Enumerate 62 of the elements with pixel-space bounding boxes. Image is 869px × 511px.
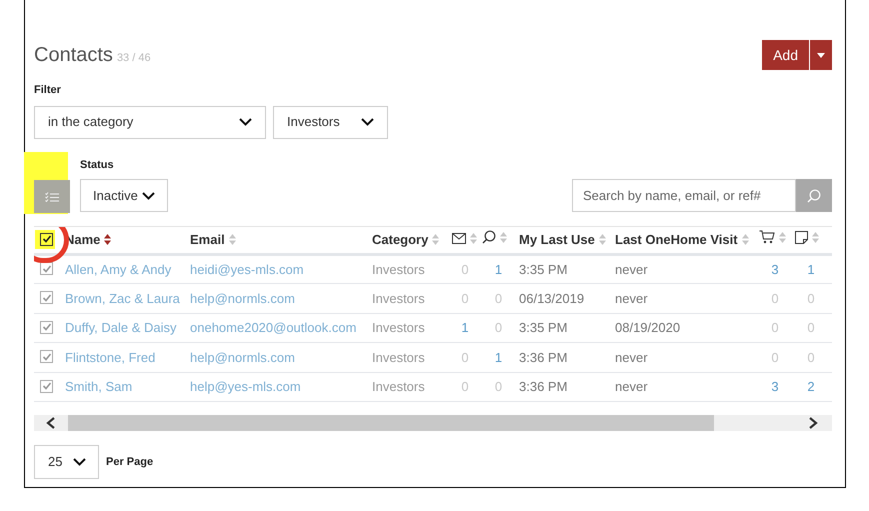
- horizontal-scrollbar[interactable]: [34, 415, 832, 431]
- caret-icon: [817, 52, 825, 58]
- search-field[interactable]: Search by name, email, or ref#: [572, 179, 796, 212]
- category-cell: Investors: [370, 254, 450, 284]
- count-cell: 3: [757, 254, 793, 284]
- category-cell: Investors: [370, 284, 450, 313]
- category-select[interactable]: Investors: [273, 106, 388, 138]
- category-cell: Investors: [370, 372, 450, 402]
- add-menu-button[interactable]: [810, 40, 832, 70]
- scrollbar-thumb[interactable]: [68, 415, 714, 431]
- checkbox[interactable]: [40, 262, 53, 275]
- checkbox[interactable]: [40, 291, 53, 304]
- list-view-button[interactable]: [34, 180, 70, 213]
- checkbox[interactable]: [40, 320, 53, 334]
- checkbox[interactable]: [40, 350, 53, 363]
- last-visit-cell: never: [613, 254, 757, 284]
- cart-icon: [759, 230, 775, 244]
- last-visit-cell: never: [613, 372, 757, 402]
- search-icon: [807, 188, 821, 202]
- scroll-right-icon[interactable]: [808, 417, 818, 429]
- search-icon: [482, 230, 496, 244]
- count-cell: 1: [793, 254, 829, 284]
- count-cell: 1: [480, 342, 517, 372]
- per-page-label: Per Page: [106, 454, 154, 470]
- chevron-down-icon: [142, 192, 155, 200]
- chevron-down-icon: [239, 118, 252, 126]
- category-cell: Investors: [370, 342, 450, 372]
- count-cell: 3: [757, 372, 793, 402]
- count-cell: 1: [450, 313, 480, 342]
- checkbox[interactable]: [40, 232, 53, 246]
- per-page-select[interactable]: 25: [34, 445, 99, 479]
- search-button[interactable]: [796, 179, 832, 212]
- last-use-cell: 3:35 PM: [517, 254, 613, 284]
- chevron-down-icon: [361, 118, 374, 126]
- last-use-cell: 3:36 PM: [517, 342, 613, 372]
- checklist-icon: [45, 192, 59, 202]
- scroll-left-icon[interactable]: [46, 417, 56, 429]
- count-cell: 2: [793, 372, 829, 402]
- checkbox[interactable]: [40, 380, 53, 392]
- last-use-cell: 3:36 PM: [517, 372, 613, 402]
- chevron-down-icon: [73, 458, 86, 466]
- status-select[interactable]: Inactive: [80, 179, 168, 212]
- filter-label: Filter: [34, 83, 62, 98]
- column-header[interactable]: Last OneHome Visit: [615, 230, 738, 250]
- last-visit-cell: never: [613, 342, 757, 372]
- contact-count: 33 / 46: [116, 51, 151, 66]
- count-cell: 1: [480, 254, 517, 284]
- last-visit-cell: never: [613, 284, 757, 313]
- last-use-cell: 3:35 PM: [517, 313, 613, 342]
- sort-icon[interactable]: [104, 234, 112, 246]
- category-cell: Investors: [370, 313, 450, 342]
- column-header[interactable]: My Last Use: [519, 230, 595, 250]
- last-visit-cell: 08/19/2020: [613, 313, 757, 342]
- last-use-cell: 06/13/2019: [517, 284, 613, 313]
- note-icon: [795, 231, 808, 244]
- column-header[interactable]: Email: [190, 230, 225, 250]
- column-header[interactable]: Category: [372, 230, 428, 250]
- mail-icon: [452, 233, 466, 244]
- status-label: Status: [80, 158, 115, 172]
- filter-condition-select[interactable]: in the category: [34, 106, 266, 138]
- add-button[interactable]: Add: [762, 40, 809, 70]
- page-title: Contacts: [34, 43, 113, 68]
